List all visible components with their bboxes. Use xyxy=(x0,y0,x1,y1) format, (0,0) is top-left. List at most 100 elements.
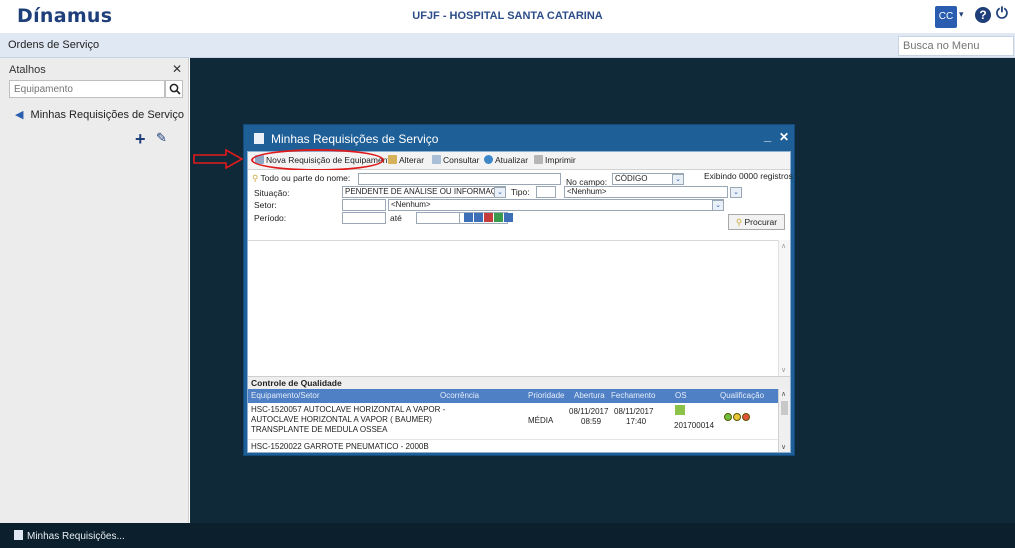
equipment-text: HSC-1520022 GARROTE PNEUMATICO - 2000B xyxy=(251,442,429,451)
type-code-input[interactable] xyxy=(536,186,556,198)
refresh-button[interactable]: Atualizar xyxy=(484,155,528,165)
annotation-arrow-icon xyxy=(193,149,244,169)
scroll-down-icon[interactable]: ∨ xyxy=(781,366,786,374)
scroll-up-icon[interactable]: ∧ xyxy=(781,242,786,250)
scroll-down-icon[interactable]: ∨ xyxy=(781,443,786,451)
os-number[interactable]: 201700014 xyxy=(674,421,714,430)
name-filter-label: ⚲ Todo ou parte do nome: xyxy=(252,173,351,183)
period-label: Período: xyxy=(254,213,287,223)
equipment-text: AUTOCLAVE HORIZONTAL A VAPOR ( BAUMER) xyxy=(251,415,432,424)
window-icon xyxy=(254,133,264,144)
results-scrollbar[interactable]: ∧ ∨ xyxy=(778,240,790,376)
requests-window: Minhas Requisições de Serviço _ ✕ Nova R… xyxy=(243,124,795,456)
query-button[interactable]: Consultar xyxy=(432,155,479,165)
open-time: 08:59 xyxy=(581,417,602,426)
sector-code-input[interactable] xyxy=(342,199,386,211)
taskbar: Minhas Requisições... xyxy=(0,523,1015,548)
neutral-smiley-icon[interactable] xyxy=(733,413,741,421)
type-select[interactable]: <Nenhum> xyxy=(564,186,728,198)
column-header[interactable]: Ocorrência xyxy=(440,391,479,400)
priority-text: MÉDIA xyxy=(528,416,554,425)
column-header[interactable]: Qualificação xyxy=(720,391,764,400)
shortcuts-search-input[interactable] xyxy=(9,80,165,98)
window-title: Minhas Requisições de Serviço xyxy=(254,132,438,146)
megaphone-icon: ◀ xyxy=(15,109,24,121)
calendar-shortcut-icons[interactable] xyxy=(464,213,520,223)
menu-bar: Ordens de Serviço xyxy=(0,33,1015,58)
add-shortcut-plus-icon[interactable]: + xyxy=(135,130,146,148)
status-label: Situação: xyxy=(254,188,290,198)
shortcuts-panel: Atalhos ✕ ◀ Minhas Requisições de Serviç… xyxy=(0,58,189,523)
happy-smiley-icon[interactable] xyxy=(724,413,732,421)
menu-search-input[interactable] xyxy=(898,36,1014,56)
period-until-label: até xyxy=(390,213,402,223)
equipment-text: HSC-1520057 AUTOCLAVE HORIZONTAL A VAPOR… xyxy=(251,405,446,414)
taskbar-item-label: Minhas Requisições... xyxy=(27,531,125,542)
search-icon: ⚲ xyxy=(735,217,743,227)
chevron-down-icon[interactable]: ⌄ xyxy=(712,200,724,211)
period-start-input[interactable] xyxy=(342,212,386,224)
close-icon[interactable]: ✕ xyxy=(779,130,789,144)
query-icon xyxy=(432,155,441,164)
key-icon: ⚲ xyxy=(252,173,259,183)
top-header: Dínamus UFJF - HOSPITAL SANTA CATARINA C… xyxy=(0,0,1015,33)
search-icon xyxy=(169,83,181,95)
records-info: Exibindo 0000 registros xyxy=(704,171,793,181)
edit-button[interactable]: Alterar xyxy=(388,155,424,165)
taskbar-item[interactable]: Minhas Requisições... xyxy=(14,530,125,542)
chevron-down-icon[interactable]: ⌄ xyxy=(672,174,684,185)
window-body: Nova Requisição de Equipamento Alterar C… xyxy=(247,149,793,453)
chevron-down-icon[interactable]: ⌄ xyxy=(494,187,506,198)
os-document-icon[interactable] xyxy=(675,405,685,415)
quality-control-heading: Controle de Qualidade xyxy=(248,376,790,389)
close-time: 17:40 xyxy=(626,417,647,426)
close-icon[interactable]: ✕ xyxy=(172,62,182,76)
status-select[interactable]: PENDENTE DE ANÁLISE OU INFORMAÇÃO xyxy=(342,186,506,198)
column-header[interactable]: OS xyxy=(675,391,687,400)
chevron-down-icon[interactable]: ⌄ xyxy=(730,187,742,198)
user-avatar-button[interactable]: CC xyxy=(935,6,957,28)
period-end-input[interactable] xyxy=(416,212,460,224)
user-menu-caret-icon[interactable]: ▾ xyxy=(959,9,964,20)
table-row[interactable]: HSC-1520022 GARROTE PNEUMATICO - 2000B xyxy=(248,440,778,452)
edit-pencil-icon[interactable]: ✎ xyxy=(156,130,167,146)
sector-select[interactable]: <Nenhum> xyxy=(388,199,724,211)
scroll-thumb[interactable] xyxy=(781,401,788,415)
open-date: 08/11/2017 xyxy=(569,407,609,416)
search-submit-button[interactable]: ⚲ Procurar xyxy=(728,214,785,230)
column-header[interactable]: Fechamento xyxy=(611,391,655,400)
hospital-title: UFJF - HOSPITAL SANTA CATARINA xyxy=(412,10,603,22)
sad-smiley-icon[interactable] xyxy=(742,413,750,421)
refresh-icon xyxy=(484,155,493,164)
name-filter-input[interactable] xyxy=(358,173,561,185)
minimize-icon[interactable]: _ xyxy=(764,128,771,143)
qualification-ratings xyxy=(724,413,751,423)
quality-grid-scrollbar[interactable]: ∧ ∨ xyxy=(778,389,790,452)
search-button[interactable] xyxy=(165,80,183,98)
sector-label: Setor: xyxy=(254,200,277,210)
printer-icon xyxy=(534,155,543,164)
window-toolbar: Nova Requisição de Equipamento Alterar C… xyxy=(248,149,790,171)
table-row[interactable]: HSC-1520057 AUTOCLAVE HORIZONTAL A VAPOR… xyxy=(248,403,778,440)
column-header[interactable]: Abertura xyxy=(574,391,605,400)
highlight-ellipse xyxy=(251,149,384,171)
window-icon xyxy=(14,530,23,540)
column-header[interactable]: Equipamento/Setor xyxy=(251,391,320,400)
close-date: 08/11/2017 xyxy=(614,407,654,416)
help-icon[interactable]: ? xyxy=(975,7,991,23)
shortcut-item-label: Minhas Requisições de Serviço xyxy=(30,109,184,121)
print-button[interactable]: Imprimir xyxy=(534,155,576,165)
column-header[interactable]: Prioridade xyxy=(528,391,564,400)
quality-grid-header: Equipamento/Setor Ocorrência Prioridade … xyxy=(248,389,778,403)
shortcut-item-minhas-requisicoes[interactable]: ◀ Minhas Requisições de Serviço xyxy=(15,108,184,121)
edit-icon xyxy=(388,155,397,164)
type-label: Tipo: xyxy=(511,187,530,197)
sector-text: TRANSPLANTE DE MEDULA OSSEA xyxy=(251,425,388,434)
window-title-text: Minhas Requisições de Serviço xyxy=(271,132,439,146)
filter-form: ⚲ Todo ou parte do nome: No campo: CÓDIG… xyxy=(248,170,793,240)
module-title[interactable]: Ordens de Serviço xyxy=(8,39,99,51)
shortcuts-heading: Atalhos xyxy=(9,64,46,76)
results-list[interactable] xyxy=(248,240,790,376)
scroll-up-icon[interactable]: ∧ xyxy=(781,390,786,398)
logout-power-icon[interactable]: ⏻ xyxy=(996,5,1008,22)
